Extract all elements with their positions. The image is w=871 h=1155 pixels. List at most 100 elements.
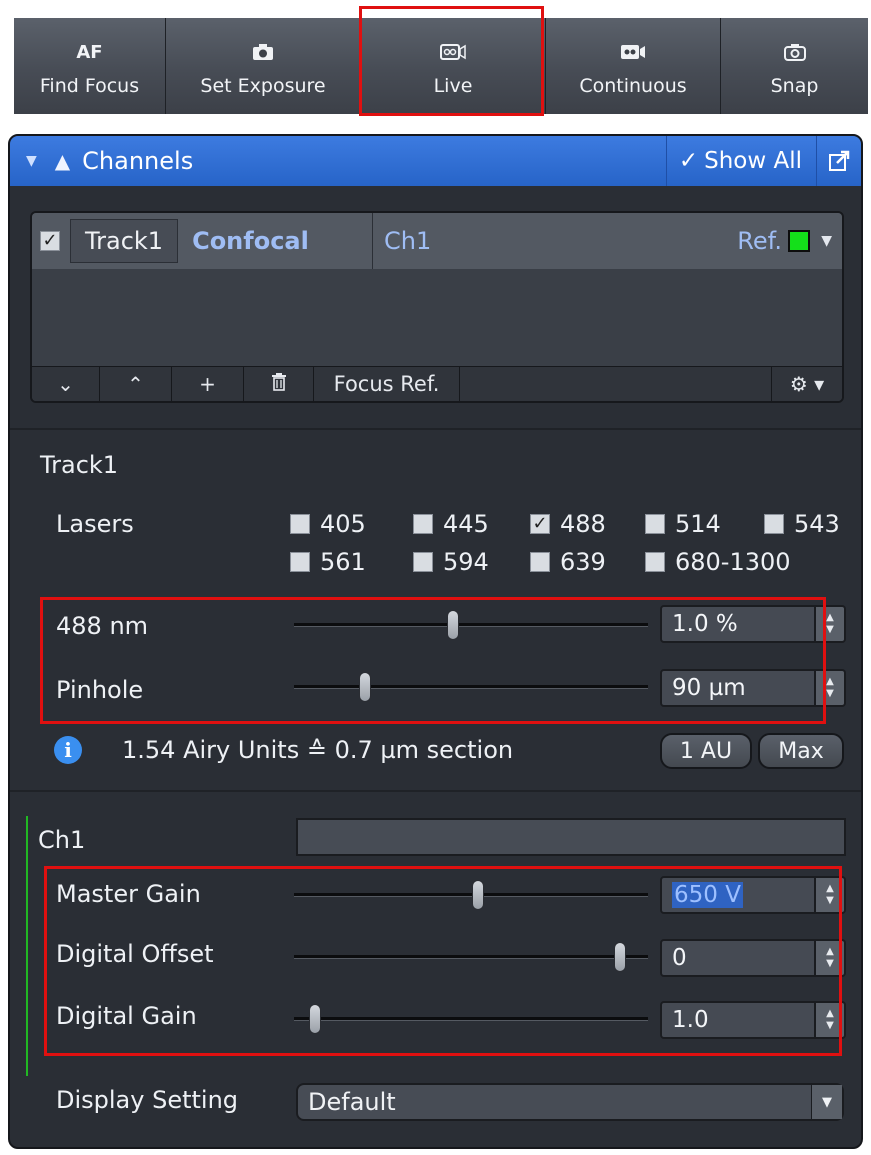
trash-icon [271,372,287,396]
slider-thumb[interactable] [613,942,626,972]
track-row[interactable]: ✓ Track1 Confocal Ch1 Ref. ▼ [32,213,842,269]
spin-arrows-icon[interactable]: ▲ ▼ [816,605,846,643]
laser-405[interactable]: 405 [290,510,366,538]
laser-680-1300[interactable]: 680-1300 [645,548,791,576]
pinhole-value: 90 µm [672,675,746,701]
continuous-button[interactable]: Continuous [546,18,721,114]
move-down-button[interactable]: ⌄ [32,367,100,401]
laser-639[interactable]: 639 [530,548,606,576]
spin-arrows-icon[interactable]: ▲ ▼ [816,876,846,914]
laser-power-field[interactable]: 1.0 % [660,605,816,643]
spin-arrows-icon[interactable]: ▲ ▼ [816,669,846,707]
slider-thumb[interactable] [358,672,371,702]
laser-power-spinbox[interactable]: 1.0 % ▲ ▼ [660,605,846,643]
track-ref-label: Ref. [737,227,782,255]
master-gain-spinbox[interactable]: 650 V ▲ ▼ [660,876,846,914]
slider-thumb[interactable] [309,1004,322,1034]
track-separator [372,213,373,269]
digital-gain-spinbox[interactable]: 1.0 ▲ ▼ [660,1001,846,1039]
move-up-button[interactable]: ⌃ [100,367,172,401]
master-gain-slider[interactable] [294,880,648,910]
pinhole-spinbox[interactable]: 90 µm ▲ ▼ [660,669,846,707]
laser-543-checkbox[interactable] [764,514,784,534]
track-checkbox[interactable]: ✓ [40,231,60,251]
master-gain-label: Master Gain [56,880,201,908]
digital-offset-field[interactable]: 0 [660,939,816,977]
chevron-down-icon[interactable]: ▼ [811,1085,842,1119]
laser-594-checkbox[interactable] [413,552,433,572]
lasers-label: Lasers [56,510,134,538]
section-divider [10,428,861,430]
slider-track [294,1017,648,1021]
pinhole-slider[interactable] [294,672,648,702]
display-setting-label: Display Setting [56,1086,239,1114]
master-gain-value: 650 V [672,882,743,908]
live-label: Live [433,75,473,97]
laser-594-label: 594 [443,548,489,576]
laser-594[interactable]: 594 [413,548,489,576]
slider-thumb[interactable] [472,880,485,910]
display-setting-value: Default [308,1088,396,1116]
focus-ref-button[interactable]: Focus Ref. [314,367,460,401]
laser-543[interactable]: 543 [764,510,840,538]
popout-icon[interactable] [817,150,861,172]
digital-offset-spinbox[interactable]: 0 ▲ ▼ [660,939,846,977]
laser-680-1300-checkbox[interactable] [645,552,665,572]
digital-offset-label: Digital Offset [56,940,214,968]
add-track-button[interactable]: + [172,367,244,401]
laser-561-checkbox[interactable] [290,552,310,572]
digital-gain-label: Digital Gain [56,1002,197,1030]
slider-track [294,893,648,897]
track-name[interactable]: Track1 [70,219,179,263]
channel-name-field[interactable] [296,818,846,856]
laser-405-checkbox[interactable] [290,514,310,534]
gear-icon: ⚙ ▾ [789,372,825,396]
display-setting-dropdown[interactable]: Default ▼ [296,1083,844,1121]
find-focus-button[interactable]: AF Find Focus [14,18,166,114]
delete-track-button[interactable] [244,367,314,401]
pinhole-field[interactable]: 90 µm [660,669,816,707]
section-divider [10,790,861,792]
track-channel: Ch1 [384,227,432,255]
channels-header[interactable]: ▼ ▲ Channels ✓ Show All [10,136,861,186]
track-list-toolbar: ⌄ ⌃ + Focus Ref. ⚙ ▾ [32,366,842,401]
laser-488[interactable]: ✓ 488 [530,510,606,538]
laser-561[interactable]: 561 [290,548,366,576]
collapse-arrow-icon[interactable]: ▼ [26,153,37,169]
master-gain-field[interactable]: 650 V [660,876,816,914]
track-settings-title: Track1 [40,451,119,479]
laser-power-slider[interactable] [294,610,648,640]
show-all-toggle[interactable]: ✓ Show All [665,136,817,186]
slider-thumb[interactable] [447,610,460,640]
camera-icon [252,35,274,69]
laser-639-checkbox[interactable] [530,552,550,572]
laser-514-checkbox[interactable] [645,514,665,534]
max-button[interactable]: Max [758,733,844,769]
laser-488-checkbox[interactable]: ✓ [530,514,550,534]
channels-title: Channels [82,147,194,175]
digital-offset-slider[interactable] [294,942,648,972]
color-dropdown-icon[interactable]: ▼ [821,233,832,249]
channel-color-bar [26,816,28,1076]
live-button[interactable]: Live [361,18,546,114]
continuous-label: Continuous [579,75,687,97]
spin-arrows-icon[interactable]: ▲ ▼ [816,939,846,977]
laser-445-label: 445 [443,510,489,538]
info-icon: i [54,736,82,764]
laser-445[interactable]: 445 [413,510,489,538]
channels-triangle-icon: ▲ [54,149,71,173]
digital-gain-slider[interactable] [294,1004,648,1034]
one-au-button[interactable]: 1 AU [660,733,752,769]
laser-514-label: 514 [675,510,721,538]
laser-514[interactable]: 514 [645,510,721,538]
laser-561-label: 561 [320,548,366,576]
laser-488-label: 488 [560,510,606,538]
laser-445-checkbox[interactable] [413,514,433,534]
set-exposure-button[interactable]: Set Exposure [166,18,361,114]
spin-arrows-icon[interactable]: ▲ ▼ [816,1001,846,1039]
slider-track [294,685,648,689]
channel-color-swatch[interactable] [788,230,810,252]
digital-gain-field[interactable]: 1.0 [660,1001,816,1039]
snap-button[interactable]: Snap [721,18,868,114]
settings-menu-button[interactable]: ⚙ ▾ [771,367,842,401]
